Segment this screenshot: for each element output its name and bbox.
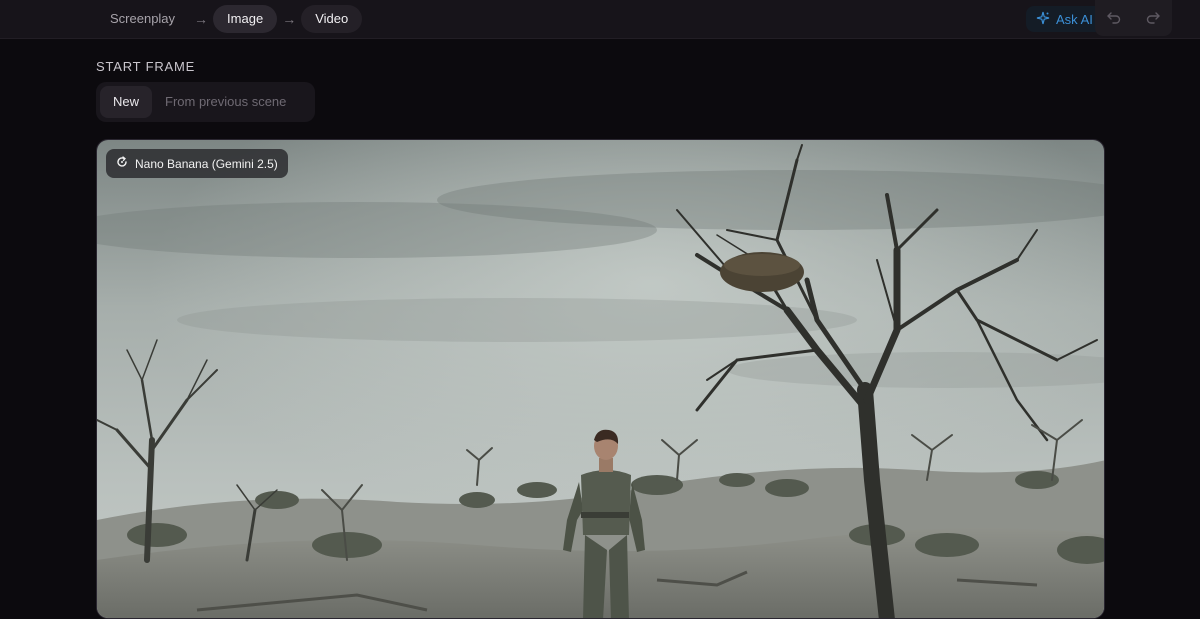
- sparkle-icon: [1036, 11, 1050, 28]
- refresh-icon: [116, 156, 128, 171]
- scene-illustration: [97, 140, 1104, 618]
- ask-ai-button[interactable]: Ask AI: [1026, 6, 1103, 32]
- start-frame-selector: New From previous scene: [96, 82, 315, 122]
- step-screenplay[interactable]: Screenplay: [96, 5, 189, 33]
- generated-image[interactable]: [96, 139, 1105, 619]
- arrow-right-icon: →: [282, 11, 297, 27]
- option-from-previous-scene[interactable]: From previous scene: [152, 86, 299, 118]
- top-bar: Screenplay → Image → Video Ask AI: [0, 0, 1200, 39]
- undo-icon[interactable]: [1106, 9, 1122, 28]
- history-controls: [1095, 0, 1172, 36]
- step-image[interactable]: Image: [213, 5, 278, 33]
- breadcrumb: Screenplay → Image → Video: [96, 5, 363, 33]
- ask-ai-label: Ask AI: [1056, 11, 1093, 27]
- redo-icon[interactable]: [1145, 9, 1161, 28]
- step-video[interactable]: Video: [301, 5, 363, 33]
- start-frame-title: START FRAME: [96, 59, 196, 74]
- model-badge[interactable]: Nano Banana (Gemini 2.5): [106, 149, 288, 178]
- model-name: Nano Banana (Gemini 2.5): [135, 156, 278, 171]
- option-new[interactable]: New: [100, 86, 153, 118]
- arrow-right-icon: →: [194, 11, 209, 27]
